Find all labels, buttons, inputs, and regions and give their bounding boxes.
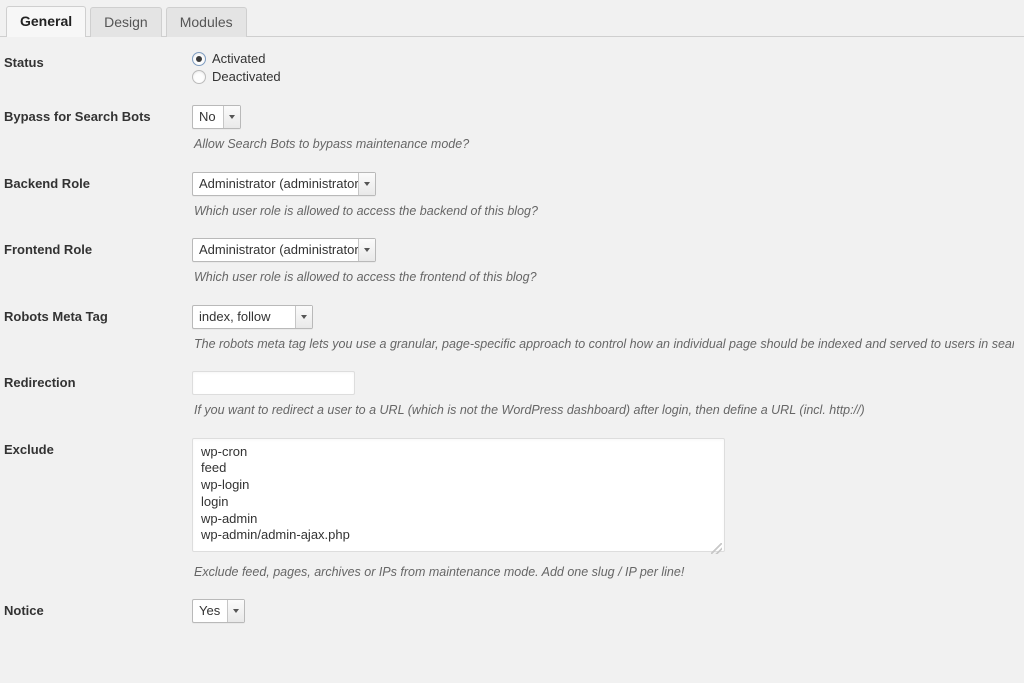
notice-select[interactable]: Yes (192, 599, 245, 623)
chevron-down-icon (358, 239, 375, 261)
redirection-input[interactable] (192, 371, 355, 395)
field-row-redirection: Redirection If you want to redirect a us… (0, 357, 1024, 424)
notice-value: Yes (193, 600, 227, 622)
radio-activated-label[interactable]: Activated (212, 51, 265, 67)
backend-role-description: Which user role is allowed to access the… (194, 203, 1014, 221)
radio-deactivated-label[interactable]: Deactivated (212, 69, 281, 85)
redirection-description: If you want to redirect a user to a URL … (194, 402, 1014, 420)
tab-general[interactable]: General (6, 6, 86, 37)
exclude-description: Exclude feed, pages, archives or IPs fro… (194, 564, 1014, 582)
settings-tab-bar: General Design Modules (0, 0, 1024, 37)
field-row-notice: Notice Yes (0, 585, 1024, 638)
backend-role-control: Administrator (administrator) Which user… (190, 158, 1024, 225)
radio-deactivated-icon[interactable] (192, 70, 206, 84)
bypass-search-bots-select[interactable]: No (192, 105, 241, 129)
bypass-search-bots-label: Bypass for Search Bots (0, 91, 190, 158)
tab-design[interactable]: Design (90, 7, 162, 37)
exclude-label: Exclude (0, 424, 190, 586)
notice-label: Notice (0, 585, 190, 638)
robots-meta-tag-select[interactable]: index, follow (192, 305, 313, 329)
robots-meta-tag-description: The robots meta tag lets you use a granu… (194, 336, 1014, 354)
field-row-exclude: Exclude wp-cron feed wp-login login wp-a… (0, 424, 1024, 586)
tab-modules-label: Modules (180, 14, 233, 30)
field-row-bypass-search-bots: Bypass for Search Bots No Allow Search B… (0, 91, 1024, 158)
frontend-role-label: Frontend Role (0, 224, 190, 291)
radio-option-deactivated[interactable]: Deactivated (192, 69, 1014, 85)
radio-option-activated[interactable]: Activated (192, 51, 1014, 67)
notice-control: Yes (190, 585, 1024, 638)
tab-general-label: General (20, 13, 72, 29)
field-row-frontend-role: Frontend Role Administrator (administrat… (0, 224, 1024, 291)
redirection-label: Redirection (0, 357, 190, 424)
tab-design-label: Design (104, 14, 148, 30)
frontend-role-control: Administrator (administrator) Which user… (190, 224, 1024, 291)
general-settings-form: Status Activated Deactivated Bypass for … (0, 37, 1024, 638)
robots-meta-tag-value: index, follow (193, 306, 295, 328)
chevron-down-icon (227, 600, 244, 622)
redirection-control: If you want to redirect a user to a URL … (190, 357, 1024, 424)
field-row-robots-meta-tag: Robots Meta Tag index, follow The robots… (0, 291, 1024, 358)
chevron-down-icon (223, 106, 240, 128)
chevron-down-icon (295, 306, 312, 328)
radio-activated-icon[interactable] (192, 52, 206, 66)
backend-role-value: Administrator (administrator) (193, 173, 358, 195)
frontend-role-select[interactable]: Administrator (administrator) (192, 238, 376, 262)
exclude-textarea[interactable]: wp-cron feed wp-login login wp-admin wp-… (192, 438, 725, 552)
status-label: Status (0, 37, 190, 91)
exclude-textarea-wrap: wp-cron feed wp-login login wp-admin wp-… (192, 438, 725, 557)
chevron-down-icon (358, 173, 375, 195)
backend-role-select[interactable]: Administrator (administrator) (192, 172, 376, 196)
bypass-search-bots-control: No Allow Search Bots to bypass maintenan… (190, 91, 1024, 158)
frontend-role-value: Administrator (administrator) (193, 239, 358, 261)
frontend-role-description: Which user role is allowed to access the… (194, 269, 1014, 287)
robots-meta-tag-label: Robots Meta Tag (0, 291, 190, 358)
robots-meta-tag-control: index, follow The robots meta tag lets y… (190, 291, 1024, 358)
field-row-backend-role: Backend Role Administrator (administrato… (0, 158, 1024, 225)
bypass-search-bots-value: No (193, 106, 223, 128)
bypass-search-bots-description: Allow Search Bots to bypass maintenance … (194, 136, 1014, 154)
backend-role-label: Backend Role (0, 158, 190, 225)
status-control: Activated Deactivated (190, 37, 1024, 91)
exclude-control: wp-cron feed wp-login login wp-admin wp-… (190, 424, 1024, 586)
tab-modules[interactable]: Modules (166, 7, 247, 37)
field-row-status: Status Activated Deactivated (0, 37, 1024, 91)
